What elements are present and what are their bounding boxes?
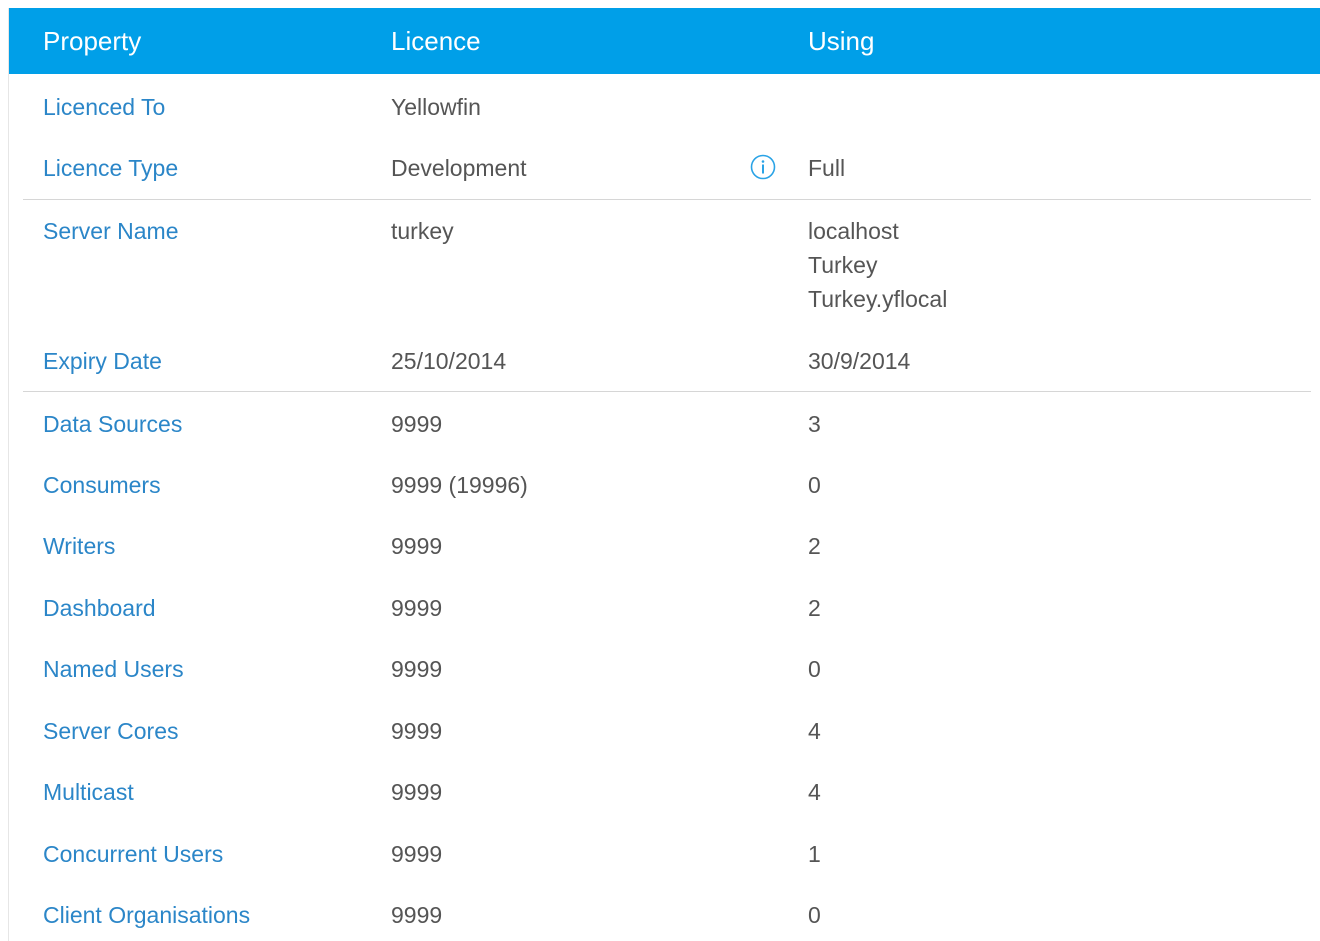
licence-value: 9999 (19996): [391, 472, 528, 498]
using-value: 0: [808, 472, 821, 498]
property-label: Multicast: [43, 779, 134, 805]
property-label: Server Cores: [43, 718, 179, 744]
licence-value: 9999: [391, 902, 443, 928]
licence-details-panel: Property Licence Using Licenced To Yello…: [8, 8, 1320, 941]
table-row: Server Cores 9999 4: [9, 714, 1311, 750]
table-row: Licenced To Yellowfin: [9, 90, 1311, 126]
table-row: Data Sources 9999 3: [9, 407, 1311, 443]
licence-value: Development: [391, 155, 527, 181]
table-row: Concurrent Users 9999 1: [9, 837, 1311, 873]
using-value: 0: [808, 902, 821, 928]
using-value: 4: [808, 718, 821, 744]
property-label: Dashboard: [43, 595, 156, 621]
licence-value: 9999: [391, 411, 443, 437]
property-label: Server Name: [43, 218, 179, 244]
table-row: Named Users 9999 0: [9, 652, 1311, 688]
section-divider: [23, 391, 1311, 392]
licence-value: 9999: [391, 533, 443, 559]
using-value: localhost Turkey Turkey.yflocal: [808, 218, 948, 312]
table-row: Consumers 9999 (19996) 0: [9, 468, 1311, 504]
table-row: Dashboard 9999 2: [9, 591, 1311, 627]
property-label: Consumers: [43, 472, 161, 498]
using-value: 2: [808, 533, 821, 559]
header-using: Using: [808, 26, 875, 56]
licence-value: Yellowfin: [391, 94, 481, 120]
using-value: Full: [808, 155, 846, 181]
header-property: Property: [43, 26, 142, 56]
licence-value: 9999: [391, 656, 443, 682]
using-value: 4: [808, 779, 821, 805]
property-label: Concurrent Users: [43, 841, 224, 867]
header-licence: Licence: [391, 26, 481, 56]
table-row: Expiry Date 25/10/2014 30/9/2014: [9, 344, 1311, 380]
property-label: Named Users: [43, 656, 184, 682]
property-label: Licence Type: [43, 155, 179, 181]
table-row: Server Name turkey localhost Turkey Turk…: [9, 214, 1311, 318]
using-value: 3: [808, 411, 821, 437]
table-header: Property Licence Using: [9, 8, 1320, 74]
using-value: 30/9/2014: [808, 348, 911, 374]
licence-value: 9999: [391, 718, 443, 744]
table-row: Client Organisations 9999 0: [9, 898, 1311, 934]
property-label: Licenced To: [43, 94, 166, 120]
property-label: Expiry Date: [43, 348, 162, 374]
property-label: Data Sources: [43, 411, 183, 437]
licence-value: 9999: [391, 595, 443, 621]
licence-value: 9999: [391, 841, 443, 867]
licence-value: turkey: [391, 218, 454, 244]
table-row: Multicast 9999 4: [9, 775, 1311, 811]
property-label: Writers: [43, 533, 116, 559]
info-icon[interactable]: [750, 154, 776, 180]
licence-value: 25/10/2014: [391, 348, 507, 374]
table-row: Licence Type Development Full: [9, 151, 1311, 187]
table-row: Writers 9999 2: [9, 529, 1311, 565]
section-divider: [23, 199, 1311, 200]
using-value: 2: [808, 595, 821, 621]
using-value: 1: [808, 841, 821, 867]
property-label: Client Organisations: [43, 902, 251, 928]
using-value: 0: [808, 656, 821, 682]
licence-value: 9999: [391, 779, 443, 805]
